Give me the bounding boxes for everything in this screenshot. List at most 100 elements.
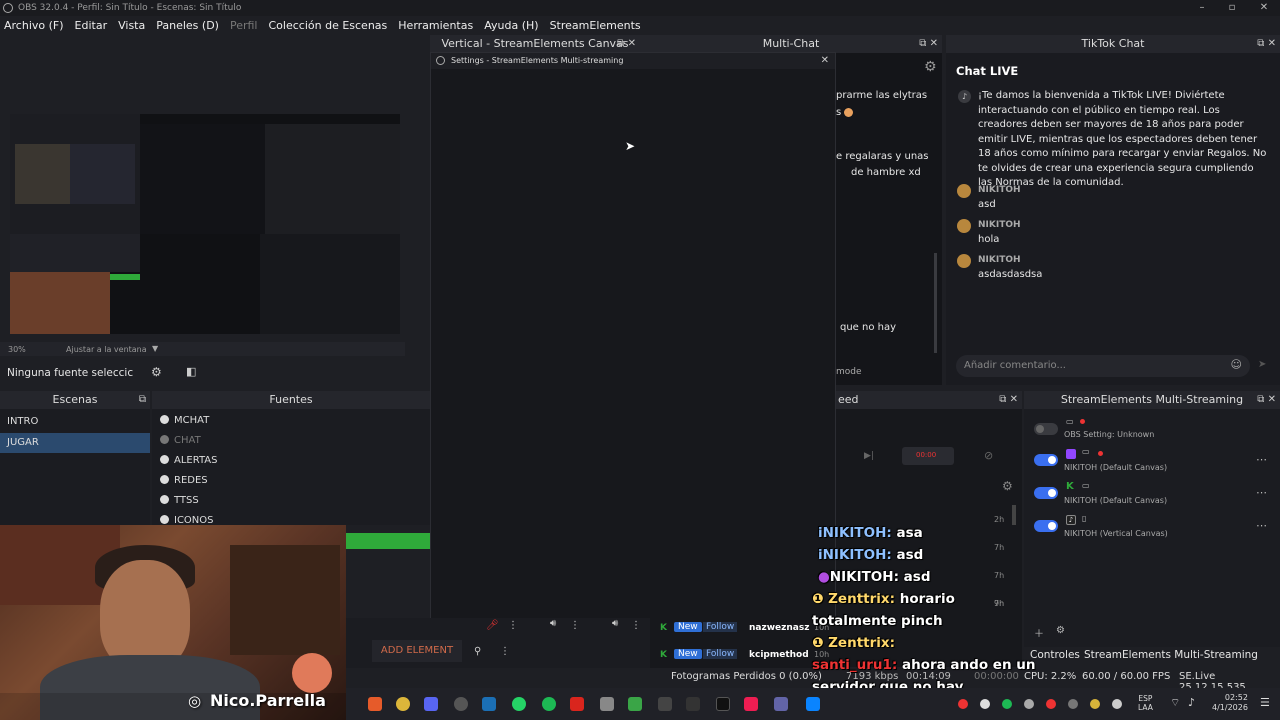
- menu-perfil[interactable]: Perfil: [230, 19, 258, 32]
- close-icon[interactable]: ⧉ ✕: [999, 391, 1018, 409]
- plus-icon[interactable]: ＋: [1034, 625, 1044, 640]
- filter-icon[interactable]: ◧: [186, 365, 196, 378]
- wifi-icon[interactable]: ⌔: [1170, 696, 1180, 710]
- more-icon[interactable]: ⋯: [1256, 519, 1268, 532]
- eye-icon[interactable]: [160, 455, 169, 464]
- gear-icon[interactable]: ⚙: [151, 365, 162, 379]
- source-item[interactable]: CHAT: [160, 435, 201, 446]
- source-item[interactable]: ALERTAS: [160, 455, 217, 466]
- chat-username[interactable]: NIKITOH: [978, 255, 1021, 265]
- app-icon[interactable]: [686, 697, 700, 711]
- feed-user[interactable]: nazweznasz: [749, 623, 809, 633]
- toggle-obs[interactable]: [1034, 423, 1058, 435]
- gear-icon[interactable]: ⚙: [1002, 479, 1013, 493]
- close-icon[interactable]: ⧉ ✕: [919, 35, 938, 53]
- toggle-tiktok[interactable]: [1034, 520, 1058, 532]
- settings-dialog[interactable]: Settings - StreamElements Multi-streamin…: [430, 52, 836, 620]
- menu-archivo[interactable]: Archivo (F): [4, 19, 64, 32]
- source-item[interactable]: TTSS: [160, 495, 199, 506]
- tray-icon[interactable]: [1090, 699, 1100, 709]
- tray-icon[interactable]: [1068, 699, 1078, 709]
- preview-canvas[interactable]: [10, 114, 400, 334]
- close-icon[interactable]: ✕: [821, 53, 829, 69]
- obs-icon[interactable]: [454, 697, 468, 711]
- tab-multistreaming[interactable]: StreamElements Multi-Streaming: [1084, 649, 1258, 661]
- link-icon[interactable]: ⚲: [474, 646, 481, 657]
- scene-item[interactable]: JUGAR: [7, 437, 39, 448]
- close-icon[interactable]: ⧉ ✕: [1257, 391, 1276, 409]
- close-icon[interactable]: ⧉ ✕: [617, 35, 636, 53]
- volume-icon[interactable]: ♪: [1188, 696, 1195, 709]
- eye-icon[interactable]: [160, 415, 169, 424]
- teams-icon[interactable]: [774, 697, 788, 711]
- close-button[interactable]: ✕: [1252, 0, 1276, 16]
- tray-icon[interactable]: [1112, 699, 1122, 709]
- scene-item[interactable]: INTRO: [7, 416, 38, 427]
- menu-ayuda[interactable]: Ayuda (H): [484, 19, 538, 32]
- maximize-button[interactable]: ▫: [1220, 0, 1244, 16]
- chat-username[interactable]: NIKITOH: [978, 220, 1021, 230]
- tiktok-icon[interactable]: [744, 697, 758, 711]
- discord-icon[interactable]: [424, 697, 438, 711]
- scrollbar[interactable]: [1012, 505, 1016, 525]
- mic-muted-icon[interactable]: 🎤︎: [486, 620, 499, 631]
- toggle-kick[interactable]: [1034, 487, 1058, 499]
- app-icon[interactable]: [570, 697, 584, 711]
- more-icon[interactable]: ⋮: [508, 620, 518, 631]
- menu-vista[interactable]: Vista: [118, 19, 145, 32]
- menu-streamelements[interactable]: StreamElements: [550, 19, 641, 32]
- menu-editar[interactable]: Editar: [75, 19, 108, 32]
- speaker-icon[interactable]: 🔊︎: [612, 618, 618, 629]
- source-item[interactable]: REDES: [160, 475, 208, 486]
- app-icon[interactable]: [600, 697, 614, 711]
- brave-icon[interactable]: [368, 697, 382, 711]
- tray-icon[interactable]: [958, 699, 968, 709]
- spotify-icon[interactable]: [542, 697, 556, 711]
- eye-icon[interactable]: [160, 495, 169, 504]
- menu-herramientas[interactable]: Herramientas: [398, 19, 473, 32]
- send-icon[interactable]: ➤: [1258, 359, 1266, 370]
- scrollbar[interactable]: [934, 253, 937, 353]
- zoom-label[interactable]: 30%: [8, 345, 26, 354]
- notification-icon[interactable]: ☰: [1260, 696, 1270, 709]
- app-icon[interactable]: [806, 697, 820, 711]
- timer-icon[interactable]: ⊘: [984, 449, 993, 462]
- tray-icon[interactable]: [1024, 699, 1034, 709]
- gear-icon[interactable]: ⚙: [924, 59, 937, 75]
- toggle-twitch[interactable]: [1034, 454, 1058, 466]
- clock[interactable]: 02:52 4/1/2026: [1212, 693, 1248, 713]
- whatsapp-icon[interactable]: [512, 697, 526, 711]
- eye-icon[interactable]: [160, 475, 169, 484]
- language-indicator[interactable]: ESP LAA: [1138, 694, 1153, 712]
- emoji-icon[interactable]: ☺: [1231, 358, 1242, 371]
- tray-icon[interactable]: [980, 699, 990, 709]
- fit-label[interactable]: Ajustar a la ventana: [66, 345, 147, 354]
- tray-icon[interactable]: [1002, 699, 1012, 709]
- more-icon[interactable]: ⋮: [570, 620, 580, 631]
- chevron-down-icon[interactable]: ▼: [152, 344, 158, 353]
- preview-area[interactable]: 30% Ajustar a la ventana ▼: [0, 34, 430, 356]
- minimize-button[interactable]: –: [1190, 0, 1214, 16]
- eye-icon[interactable]: [160, 435, 169, 444]
- comment-input[interactable]: Añadir comentario... ☺: [956, 355, 1250, 377]
- source-item[interactable]: MCHAT: [160, 415, 209, 426]
- notion-icon[interactable]: [716, 697, 730, 711]
- minecraft-icon[interactable]: [628, 697, 642, 711]
- chat-username[interactable]: NIKITOH: [978, 185, 1021, 195]
- gear-icon[interactable]: ⚙: [1056, 625, 1065, 636]
- close-icon[interactable]: ⧉ ✕: [1257, 35, 1276, 53]
- tab-controles[interactable]: Controles: [1030, 649, 1080, 661]
- more-icon[interactable]: ⋮: [631, 620, 641, 631]
- eye-icon[interactable]: [160, 515, 169, 524]
- more-icon[interactable]: ⋯: [1256, 486, 1268, 499]
- float-icon[interactable]: ⧉: [139, 391, 146, 409]
- tray-icon[interactable]: [1046, 699, 1056, 709]
- more-icon[interactable]: ⋯: [1256, 453, 1268, 466]
- speaker-icon[interactable]: 🔊︎: [550, 618, 556, 629]
- menu-paneles[interactable]: Paneles (D): [156, 19, 219, 32]
- more-icon[interactable]: ⋮: [500, 646, 510, 657]
- chrome-icon[interactable]: [396, 697, 410, 711]
- menu-coleccion[interactable]: Colección de Escenas: [269, 19, 388, 32]
- app-icon[interactable]: [658, 697, 672, 711]
- steam-icon[interactable]: [482, 697, 496, 711]
